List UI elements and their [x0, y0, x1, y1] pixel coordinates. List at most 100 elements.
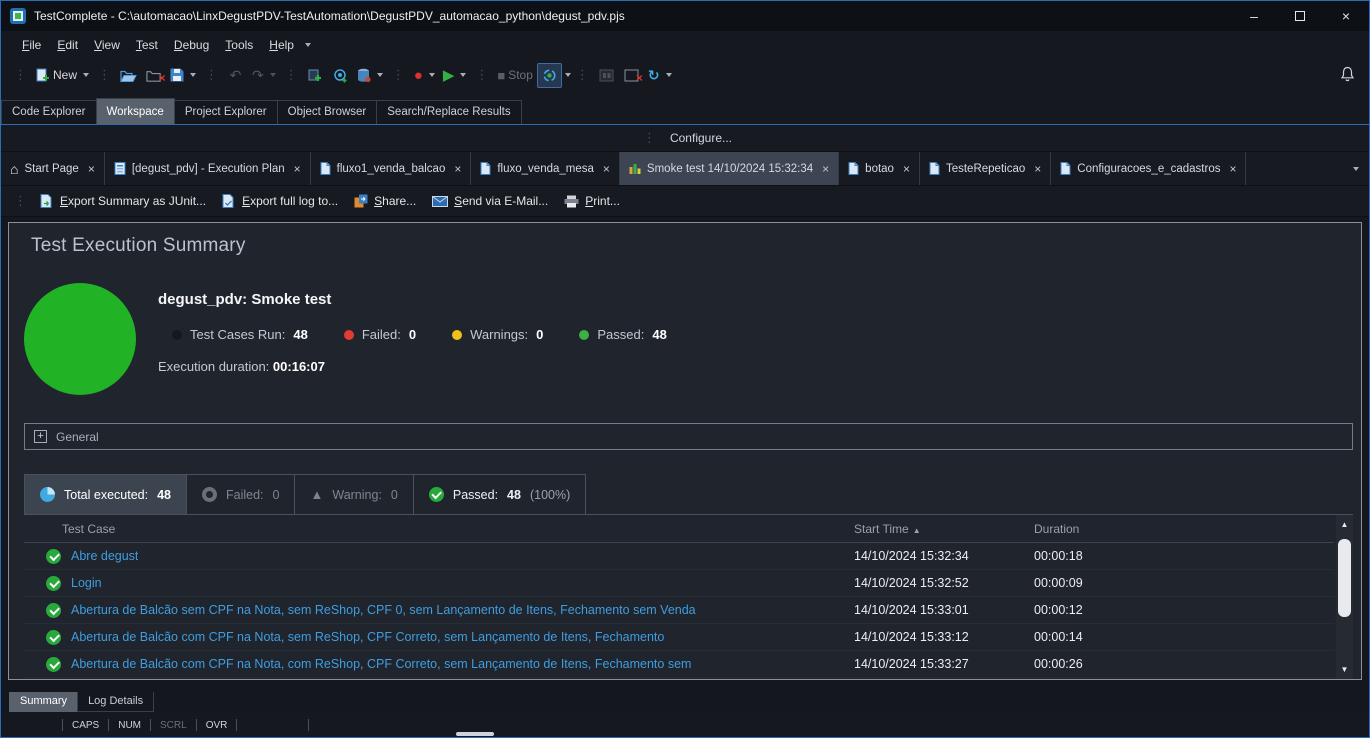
tab-configuracoes-e-cadastros[interactable]: Configuracoes_e_cadastros × [1051, 152, 1246, 185]
tab-workspace[interactable]: Workspace [96, 98, 175, 124]
tab-log-details[interactable]: Log Details [77, 692, 154, 712]
menu-tools[interactable]: Tools [217, 34, 261, 56]
close-icon[interactable]: × [454, 162, 461, 176]
chevron-down-icon[interactable] [666, 73, 672, 77]
close-icon[interactable]: × [822, 162, 829, 176]
run-button[interactable]: ▶ [439, 63, 471, 88]
export-log-button[interactable]: Export full log to... [214, 191, 346, 211]
menu-help[interactable]: Help [261, 34, 302, 56]
tab-fluxo-venda-mesa[interactable]: fluxo_venda_mesa × [471, 152, 620, 185]
menu-edit[interactable]: Edit [49, 34, 86, 56]
close-icon[interactable]: × [903, 162, 910, 176]
tab-search-replace-results[interactable]: Search/Replace Results [376, 100, 521, 124]
toolbar-grip[interactable]: ⋮ [14, 193, 27, 209]
close-icon[interactable]: × [294, 162, 301, 176]
data-stores-button[interactable] [353, 63, 387, 88]
tab-code-explorer[interactable]: Code Explorer [1, 100, 97, 124]
tab-summary[interactable]: Summary [9, 692, 78, 712]
close-icon[interactable]: × [603, 162, 610, 176]
scroll-up-icon[interactable]: ▲ [1336, 515, 1353, 534]
execution-duration: Execution duration: 00:16:07 [158, 359, 667, 374]
table-row[interactable]: Abertura de Balcão com CPF na Nota, sem … [24, 624, 1334, 651]
close-button[interactable]: × [1323, 1, 1369, 31]
menu-file[interactable]: File [14, 34, 49, 56]
print-button[interactable]: Print... [556, 191, 628, 211]
tab-botao[interactable]: botao × [839, 152, 920, 185]
test-case-link[interactable]: Abre degust [71, 549, 138, 563]
open-button[interactable] [116, 63, 141, 88]
test-case-link[interactable]: Login [71, 576, 102, 590]
column-duration[interactable]: Duration [1034, 522, 1334, 536]
save-all-button[interactable] [166, 63, 200, 88]
tab-smoke-test-log[interactable]: Smoke test 14/10/2024 15:32:34 × [620, 152, 839, 185]
toolbar-grip[interactable]: ⋮ [392, 67, 405, 83]
test-case-link[interactable]: Abertura de Balcão com CPF na Nota, com … [71, 657, 691, 671]
table-row[interactable]: Login 14/10/2024 15:32:52 00:00:09 [24, 570, 1334, 597]
close-icon[interactable]: × [88, 162, 95, 176]
chevron-down-icon[interactable] [190, 73, 196, 77]
chevron-down-icon[interactable] [83, 73, 89, 77]
column-start-time[interactable]: Start Time▲ [854, 522, 1034, 536]
notifications-button[interactable] [1340, 66, 1361, 85]
column-test-case[interactable]: Test Case [24, 522, 854, 536]
tab-project-explorer[interactable]: Project Explorer [174, 100, 278, 124]
tab-object-browser[interactable]: Object Browser [277, 100, 378, 124]
run-mode-button[interactable] [537, 63, 562, 88]
configure-button[interactable]: Configure... [670, 131, 732, 145]
new-button[interactable]: New [32, 63, 93, 88]
chevron-down-icon[interactable] [565, 73, 571, 77]
menu-test[interactable]: Test [128, 34, 166, 56]
close-file-button[interactable]: × [141, 63, 166, 88]
filter-tab-failed[interactable]: Failed:0 [186, 474, 295, 514]
maximize-button[interactable] [1277, 1, 1323, 31]
tab-list-chevron-icon[interactable] [1353, 167, 1359, 171]
chevron-down-icon[interactable] [270, 73, 276, 77]
send-email-button[interactable]: Send via E-Mail... [424, 191, 556, 211]
chevron-down-icon[interactable] [429, 73, 435, 77]
test-case-link[interactable]: Abertura de Balcão sem CPF na Nota, sem … [71, 603, 696, 617]
menu-debug[interactable]: Debug [166, 34, 217, 56]
export-junit-button[interactable]: Export Summary as JUnit... [32, 191, 214, 211]
share-button[interactable]: Share... [346, 191, 424, 211]
checkpoint-button[interactable] [328, 63, 353, 88]
menu-view[interactable]: View [86, 34, 128, 56]
close-icon[interactable]: × [1229, 162, 1236, 176]
chevron-down-icon[interactable] [460, 73, 466, 77]
toolbar-grip[interactable]: ⋮ [285, 67, 298, 83]
tab-testerepeticao[interactable]: TesteRepeticao × [920, 152, 1051, 185]
vertical-scrollbar[interactable]: ▲ ▼ [1336, 515, 1353, 679]
expand-icon[interactable]: + [34, 430, 47, 443]
toolbar-grip[interactable]: ⋮ [643, 130, 656, 146]
table-row[interactable]: Abertura de Balcão sem CPF na Nota, sem … [24, 597, 1334, 624]
chevron-down-icon[interactable] [305, 43, 311, 47]
table-row[interactable]: Abertura de Balcão com CPF na Nota, com … [24, 651, 1334, 678]
tab-fluxo1-venda-balcao[interactable]: fluxo1_venda_balcao × [311, 152, 472, 185]
chevron-down-icon[interactable] [377, 73, 383, 77]
table-row[interactable]: Abre degust 14/10/2024 15:32:34 00:00:18 [24, 543, 1334, 570]
filter-tab-warning[interactable]: ▲ Warning:0 [294, 474, 413, 514]
record-button[interactable]: ● [410, 63, 439, 88]
share-icon [354, 194, 368, 208]
scrollbar-thumb[interactable] [1338, 539, 1351, 617]
delete-log-button[interactable]: × [619, 63, 644, 88]
filter-tab-total-executed[interactable]: Total executed:48 [24, 474, 187, 514]
toolbar-grip[interactable]: ⋮ [576, 67, 589, 83]
redo-button[interactable]: ↷ [248, 63, 280, 88]
pause-button[interactable] [594, 63, 619, 88]
close-icon[interactable]: × [1034, 162, 1041, 176]
tab-execution-plan[interactable]: [degust_pdv] - Execution Plan × [105, 152, 311, 185]
toolbar-grip[interactable]: ⋮ [14, 67, 27, 83]
stop-button[interactable]: ■Stop [493, 63, 537, 88]
filter-tab-passed[interactable]: Passed:48 (100%) [413, 474, 586, 514]
tab-start-page[interactable]: ⌂ Start Page × [1, 152, 105, 185]
undo-button[interactable]: ↶ [223, 63, 248, 88]
minimize-button[interactable]: – [1231, 1, 1277, 31]
scroll-down-icon[interactable]: ▼ [1336, 660, 1353, 679]
add-item-button[interactable] [303, 63, 328, 88]
toolbar-grip[interactable]: ⋮ [98, 67, 111, 83]
rerun-button[interactable]: ↻ [644, 63, 676, 88]
general-section-header[interactable]: + General [24, 423, 1353, 450]
toolbar-grip[interactable]: ⋮ [205, 67, 218, 83]
toolbar-grip[interactable]: ⋮ [475, 67, 488, 83]
test-case-link[interactable]: Abertura de Balcão com CPF na Nota, sem … [71, 630, 664, 644]
